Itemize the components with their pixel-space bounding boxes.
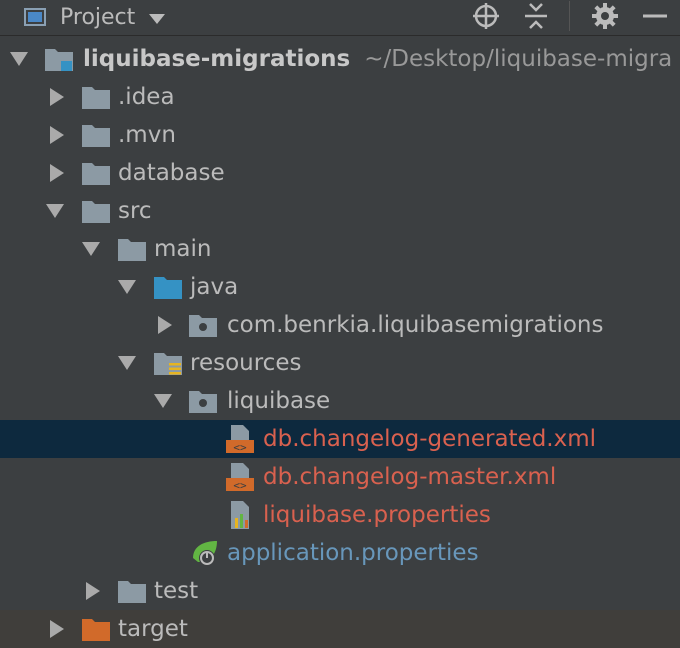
locate-icon[interactable]	[471, 1, 501, 31]
tree-row-java[interactable]: java	[0, 268, 680, 306]
module-folder-icon	[44, 46, 74, 72]
chevron-down-icon[interactable]	[81, 239, 101, 259]
chevron-right-icon[interactable]	[47, 125, 67, 145]
chevron-right-icon[interactable]	[155, 315, 175, 335]
xml-file-icon: <>	[225, 463, 255, 492]
spring-leaf-icon	[190, 540, 220, 566]
tree-row-root[interactable]: liquibase-migrations ~/Desktop/liquibase-…	[0, 40, 680, 78]
tree-item-label: resources	[190, 350, 302, 376]
tree-row-main[interactable]: main	[0, 230, 680, 268]
tree-item-label: java	[190, 274, 239, 300]
chevron-down-icon[interactable]	[117, 277, 137, 297]
xml-file-icon: <>	[225, 425, 255, 454]
svg-text:<>: <>	[233, 441, 247, 454]
chevron-down-icon[interactable]	[153, 391, 173, 411]
chevron-down-icon[interactable]	[117, 353, 137, 373]
chevron-down-icon[interactable]	[45, 201, 65, 221]
tree-item-label: src	[118, 198, 152, 224]
tree-row-package[interactable]: com.benrkia.liquibasemigrations	[0, 306, 680, 344]
tree-item-label: db.changelog-generated.xml	[263, 426, 597, 452]
project-view-selector[interactable]: Project	[24, 3, 166, 31]
tree-row-resources[interactable]: resources	[0, 344, 680, 382]
tree-row-liquibase-properties[interactable]: liquibase.properties	[0, 496, 680, 534]
source-folder-icon	[153, 274, 183, 300]
tree-item-label: liquibase	[227, 388, 331, 414]
tree-item-label: application.properties	[227, 540, 479, 566]
tree-item-label: .idea	[118, 84, 175, 110]
tree-item-label: database	[118, 160, 225, 186]
chevron-right-icon[interactable]	[83, 581, 103, 601]
folder-icon	[117, 578, 147, 604]
toolbar-separator	[569, 1, 570, 31]
package-icon	[188, 312, 218, 338]
tree-row-database[interactable]: database	[0, 154, 680, 192]
tree-item-label: main	[154, 236, 212, 262]
tool-window-title: Project	[60, 4, 136, 30]
tree-item-label: db.changelog-master.xml	[263, 464, 557, 490]
tree-item-label: .mvn	[118, 122, 176, 148]
dropdown-caret-icon[interactable]	[149, 14, 166, 24]
tree-row-changelog-master[interactable]: <> db.changelog-master.xml	[0, 458, 680, 496]
project-path: ~/Desktop/liquibase-migra	[364, 46, 673, 72]
folder-icon	[81, 84, 111, 110]
folder-icon	[81, 198, 111, 224]
minimize-icon[interactable]	[640, 1, 670, 31]
chevron-right-icon[interactable]	[47, 619, 67, 639]
svg-text:<>: <>	[233, 479, 247, 492]
tree-item-label: com.benrkia.liquibasemigrations	[227, 312, 604, 338]
tree-row-src[interactable]: src	[0, 192, 680, 230]
excluded-folder-icon	[81, 616, 111, 642]
tree-item-label: test	[154, 578, 199, 604]
folder-icon	[81, 122, 111, 148]
tree-row-changelog-generated[interactable]: <> db.changelog-generated.xml	[0, 420, 680, 458]
chevron-down-icon[interactable]	[9, 49, 29, 69]
package-icon	[188, 388, 218, 414]
project-tool-window-header: Project	[0, 0, 680, 36]
tree-row-target[interactable]: target	[0, 610, 680, 648]
tree-row-liquibase[interactable]: liquibase	[0, 382, 680, 420]
folder-icon	[81, 160, 111, 186]
tree-row-test[interactable]: test	[0, 572, 680, 610]
tree-row-mvn[interactable]: .mvn	[0, 116, 680, 154]
folder-icon	[117, 236, 147, 262]
collapse-all-icon[interactable]	[521, 1, 551, 31]
properties-file-icon	[226, 501, 256, 529]
tree-row-application-properties[interactable]: application.properties	[0, 534, 680, 572]
chevron-right-icon[interactable]	[47, 163, 67, 183]
tree-item-label: target	[118, 616, 188, 642]
tree-row-idea[interactable]: .idea	[0, 78, 680, 116]
tree-item-label: liquibase.properties	[263, 502, 491, 528]
window-icon	[24, 8, 46, 26]
gear-icon[interactable]	[590, 1, 620, 31]
project-name: liquibase-migrations	[83, 46, 351, 72]
chevron-right-icon[interactable]	[47, 87, 67, 107]
resources-folder-icon	[153, 350, 183, 376]
